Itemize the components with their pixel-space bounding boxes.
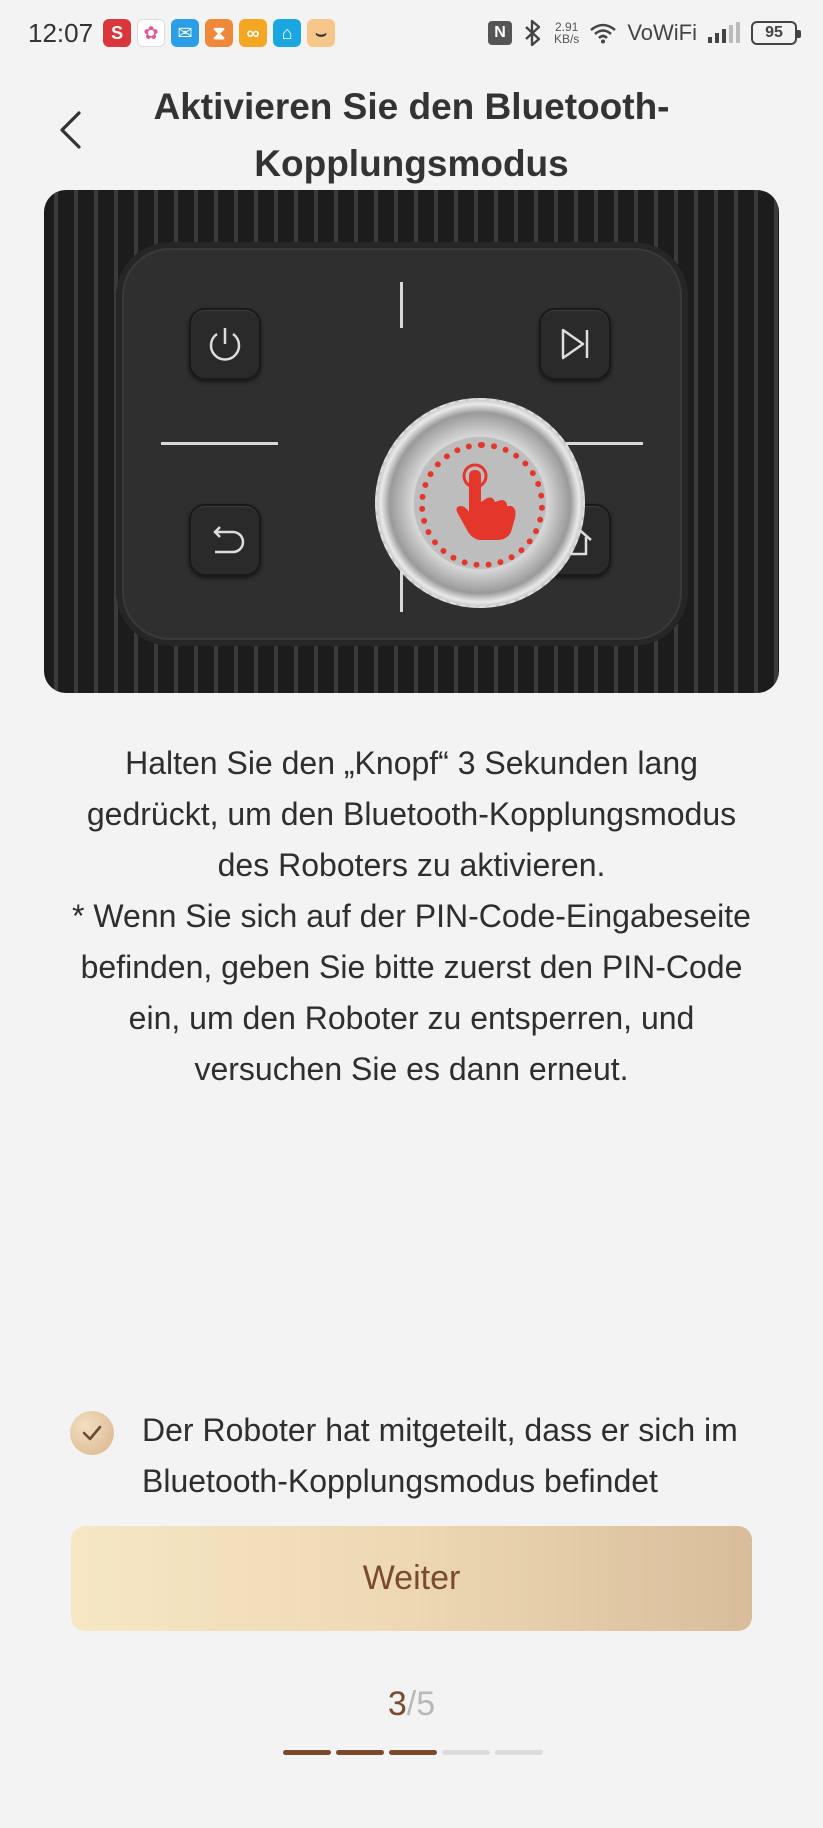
progress-segment [495,1750,543,1755]
confirmation-text: Der Roboter hat mitgeteilt, dass er sich… [142,1412,738,1499]
bluetooth-icon [525,19,541,47]
robot-button-illustration [44,190,779,693]
progress-segment [442,1750,490,1755]
page-title: Aktivieren Sie den Bluetooth-Kopplungsmo… [153,86,670,184]
main-knob [375,398,585,608]
amazon-app-icon: ⌣ [307,19,336,47]
mail-app-icon: ✉ [171,19,200,47]
control-panel [122,248,682,640]
instruction-paragraph: Halten Sie den „Knopf“ 3 Sekunden lang g… [86,745,737,883]
confirmation-checkbox[interactable] [70,1411,114,1455]
progress-segment [283,1750,331,1755]
power-icon [209,328,241,361]
network-speed-unit: KB/s [553,32,580,46]
return-icon [213,526,245,554]
divider-left [161,442,278,445]
wifi-icon [590,23,617,44]
pairing-confirmation[interactable]: Der Roboter hat mitgeteilt, dass er sich… [70,1405,760,1507]
current-step: 3 [387,1685,407,1723]
network-speed: 2.91 KB/s [554,21,579,45]
pinwheel-app-icon: ✿ [137,19,166,47]
step-counter: 3/5 [0,1685,823,1724]
status-time: 12:07 [28,17,94,48]
progress-segment [336,1750,384,1755]
hourglass-app-icon: ⧗ [205,19,234,47]
step-progress-bar [283,1750,543,1755]
tap-hand-icon [456,463,516,540]
instruction-text: Halten Sie den „Knopf“ 3 Sekunden lang g… [64,738,759,1095]
checkmark-icon [82,1425,102,1441]
next-button[interactable]: Weiter [71,1526,752,1631]
total-steps: 5 [416,1685,436,1723]
step-separator: / [406,1685,417,1723]
skip-key [539,308,611,380]
battery-icon: 95 [751,21,801,45]
vowifi-label: VoWiFi [627,20,697,45]
s-app-icon: S [103,19,132,47]
house-app-icon: ⌂ [273,19,302,47]
link-app-icon: ∞ [239,19,268,47]
notification-icons: S ✿ ✉ ⧗ ∞ ⌂ ⌣ [103,19,336,47]
back-button[interactable] [44,100,96,160]
divider-top [400,282,403,328]
status-right: N 2.91 KB/s VoWiFi 95 [487,19,801,47]
power-key [189,308,261,380]
status-bar: 12:07 S ✿ ✉ ⧗ ∞ ⌂ ⌣ N 2.91 KB/s VoWiFi 9… [0,0,823,66]
pin-code-note: * Wenn Sie sich auf der PIN-Code-Eingabe… [72,898,751,1087]
return-key [189,504,261,576]
progress-segment [389,1750,437,1755]
skip-forward-icon [561,328,589,360]
signal-icon [708,22,740,43]
nfc-icon: N [487,21,512,45]
chevron-left-icon [60,111,81,149]
